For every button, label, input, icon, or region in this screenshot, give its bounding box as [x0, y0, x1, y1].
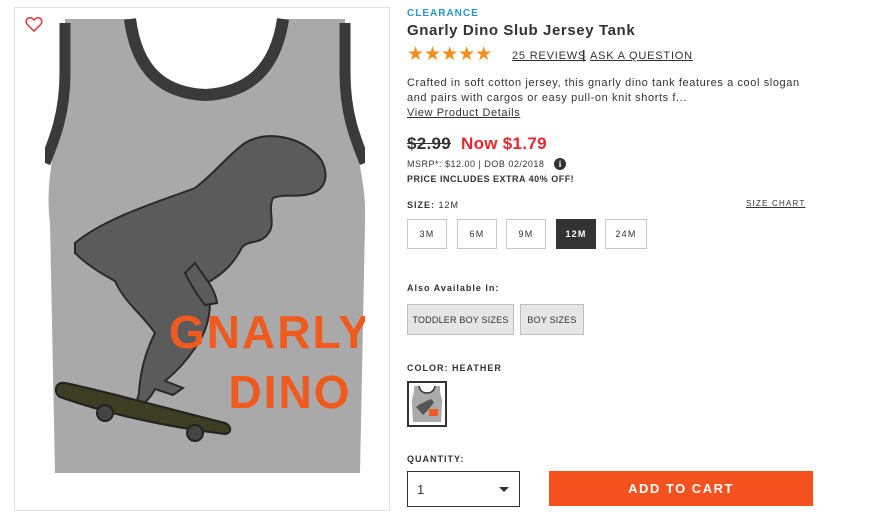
size-option-24m[interactable]: 24M — [605, 219, 647, 249]
product-title: Gnarly Dino Slub Jersey Tank — [407, 22, 636, 39]
quantity-value: 1 — [417, 482, 425, 497]
size-label: SIZE: 12M — [407, 200, 459, 210]
also-available-label: Also Available In: — [407, 283, 500, 293]
swatch-thumbnail — [411, 385, 443, 422]
color-label: COLOR: HEATHER — [407, 363, 502, 373]
graphic-text-line2: DINO — [229, 366, 352, 418]
graphic-text-line1: GNARLY — [169, 306, 365, 358]
link-separator: | — [582, 48, 586, 62]
size-label-prefix: SIZE: — [407, 200, 436, 210]
heart-icon[interactable] — [25, 16, 43, 32]
clearance-badge: CLEARANCE — [407, 8, 479, 19]
sale-price: Now $1.79 — [461, 134, 547, 153]
info-icon[interactable]: i — [554, 158, 566, 170]
ask-question-link[interactable]: ASK A QUESTION — [590, 50, 693, 62]
rating-stars: ★★★★★ — [407, 44, 493, 65]
size-option-9m[interactable]: 9M — [506, 219, 546, 249]
size-option-6m[interactable]: 6M — [457, 219, 497, 249]
product-photo: GNARLY DINO — [45, 18, 365, 473]
size-option-12m[interactable]: 12M — [556, 219, 596, 249]
size-option-3m[interactable]: 3M — [407, 219, 447, 249]
reviews-link[interactable]: 25 REVIEWS — [512, 50, 586, 62]
boy-sizes-button[interactable]: BOY SIZES — [520, 304, 584, 335]
promo-text: PRICE INCLUDES EXTRA 40% OFF! — [407, 174, 575, 184]
msrp-line: MSRP*: $12.00 | DOB 02/2018 — [407, 159, 545, 169]
product-description: Crafted in soft cotton jersey, this gnar… — [407, 77, 800, 104]
chevron-down-icon — [499, 487, 509, 492]
toddler-boy-sizes-button[interactable]: TODDLER BOY SIZES — [407, 304, 514, 335]
view-details-link[interactable]: View Product Details — [407, 107, 520, 119]
quantity-label: QUANTITY: — [407, 454, 465, 464]
product-image-panel: GNARLY DINO — [14, 7, 390, 511]
original-price: $2.99 — [407, 134, 452, 153]
quantity-select[interactable]: 1 — [407, 471, 520, 507]
size-selected-value: 12M — [438, 200, 460, 210]
size-chart-link[interactable]: SIZE CHART — [746, 199, 805, 208]
add-to-cart-button[interactable]: ADD TO CART — [549, 471, 813, 506]
color-swatch-heather[interactable] — [407, 381, 447, 427]
